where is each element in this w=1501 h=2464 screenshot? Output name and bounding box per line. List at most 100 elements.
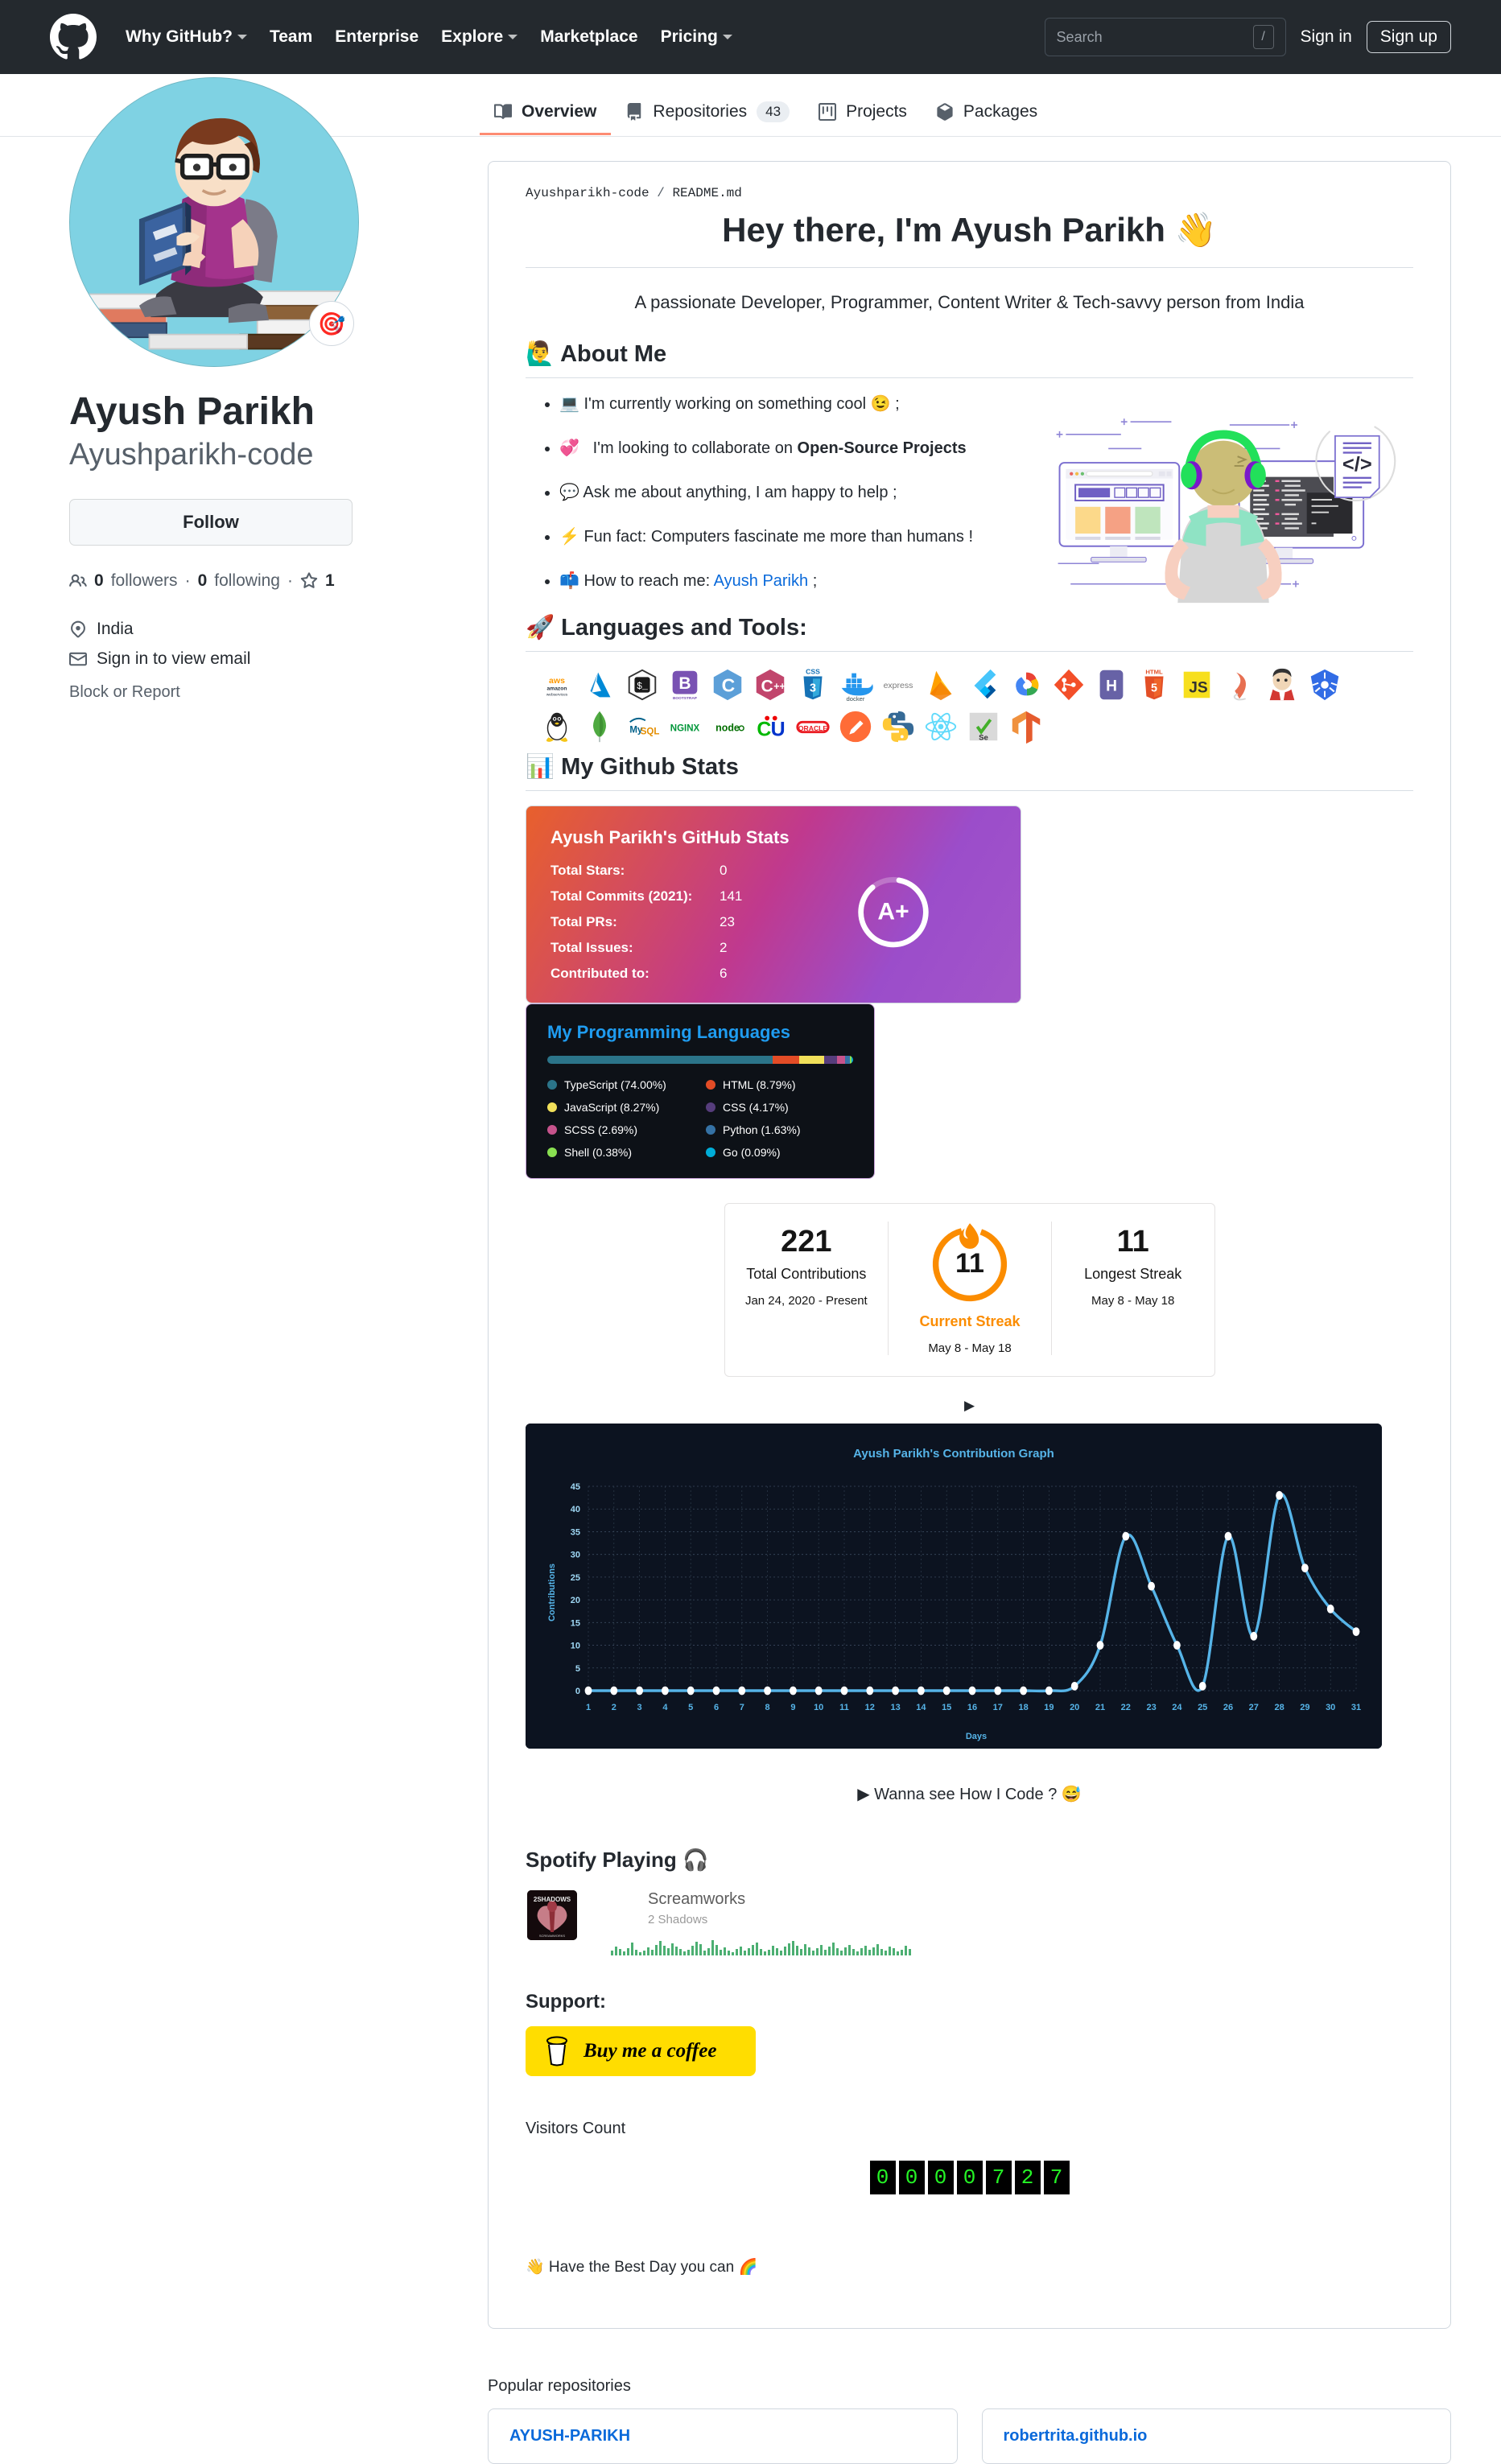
- kubernetes-icon[interactable]: [1306, 666, 1343, 703]
- bootstrap-icon[interactable]: B BOOTSTRAP: [666, 666, 703, 703]
- nav-label: Why GitHub?: [126, 27, 233, 46]
- email-row[interactable]: Sign in to view email: [69, 649, 480, 669]
- svg-text:25: 25: [571, 1572, 580, 1582]
- linux-icon[interactable]: [538, 708, 575, 745]
- contact-link[interactable]: Ayush Parikh: [714, 572, 808, 590]
- stars-count[interactable]: 1: [325, 571, 335, 591]
- mongodb-icon[interactable]: [581, 708, 618, 745]
- svg-text:CSS: CSS: [806, 667, 820, 675]
- nav-label: Enterprise: [335, 27, 419, 46]
- following-label[interactable]: following: [214, 571, 280, 591]
- svg-text:13: 13: [890, 1703, 900, 1712]
- total-contributions-label: Total Contributions: [746, 1265, 867, 1282]
- two-hearts-icon: 💞️: [559, 439, 579, 457]
- svg-text:C: C: [761, 677, 773, 695]
- stat-label: Total Commits (2021):: [551, 888, 693, 904]
- nav-item-why-github[interactable]: Why GitHub?: [114, 27, 258, 47]
- svg-text:docker: docker: [847, 695, 865, 703]
- readme-filename[interactable]: README.md: [672, 186, 741, 200]
- nav-item-marketplace[interactable]: Marketplace: [529, 27, 649, 47]
- search-input[interactable]: [1056, 28, 1253, 46]
- python-icon[interactable]: [880, 708, 917, 745]
- svg-text:4: 4: [662, 1703, 668, 1712]
- selenium-icon[interactable]: Se: [965, 708, 1002, 745]
- legend-item-shell: Shell (0.38%): [547, 1146, 695, 1159]
- nodejs-icon[interactable]: node: [709, 708, 746, 745]
- nav-item-team[interactable]: Team: [258, 27, 324, 47]
- tab-repositories[interactable]: Repositories 43: [611, 101, 804, 136]
- email-text: Sign in to view email: [97, 649, 251, 668]
- cplusplus-icon[interactable]: C ++: [752, 666, 789, 703]
- block-or-report-link[interactable]: Block or Report: [69, 683, 480, 702]
- search-box[interactable]: /: [1044, 18, 1286, 56]
- repositories-counter: 43: [757, 101, 790, 122]
- status-emoji-badge[interactable]: 🎯: [309, 301, 354, 346]
- programming-languages-card[interactable]: My Programming Languages TypeScript (74.…: [526, 1003, 875, 1179]
- lang-bar-segment-go: [851, 1055, 853, 1064]
- tab-projects[interactable]: Projects: [804, 102, 922, 135]
- tab-overview[interactable]: Overview: [480, 102, 612, 135]
- repo-name[interactable]: AYUSH-PARIKH: [509, 2427, 630, 2445]
- react-icon[interactable]: [922, 708, 959, 745]
- repo-name[interactable]: robertrita.github.io: [1004, 2427, 1148, 2445]
- following-count[interactable]: 0: [198, 571, 208, 591]
- nginx-icon[interactable]: NGINX: [666, 708, 703, 745]
- bash-icon[interactable]: $_: [624, 666, 661, 703]
- csharp-icon[interactable]: CU: [752, 708, 789, 745]
- tab-packages[interactable]: Packages: [922, 102, 1052, 135]
- mysql-icon[interactable]: My SQL: [624, 708, 661, 745]
- header-right-group: / Sign in Sign up: [1044, 18, 1451, 56]
- collapse-toggle-arrow[interactable]: ▶: [526, 1398, 1413, 1414]
- c-icon[interactable]: C: [709, 666, 746, 703]
- spotify-heading: Spotify Playing 🎧: [526, 1847, 709, 1872]
- wanna-see-how-i-code-toggle[interactable]: ▶ Wanna see How I Code ? 😅: [526, 1784, 1413, 1804]
- jenkins-icon[interactable]: [1264, 666, 1301, 703]
- followers-label[interactable]: followers: [111, 571, 178, 591]
- nav-item-explore[interactable]: Explore: [430, 27, 529, 47]
- java-icon[interactable]: [1221, 666, 1258, 703]
- oracle-icon[interactable]: ORACLE: [794, 708, 831, 745]
- sign-in-link[interactable]: Sign in: [1286, 27, 1367, 47]
- counter-digit: 0: [956, 2160, 983, 2194]
- gcp-icon[interactable]: [1008, 666, 1045, 703]
- docker-icon[interactable]: docker: [837, 666, 874, 703]
- streak-stats-card[interactable]: 221 Total Contributions Jan 24, 2020 - P…: [724, 1202, 1215, 1377]
- nav-item-enterprise[interactable]: Enterprise: [324, 27, 430, 47]
- followers-count[interactable]: 0: [94, 571, 104, 591]
- github-mark-icon[interactable]: [50, 14, 97, 60]
- svg-text:node: node: [715, 722, 740, 733]
- sign-up-button[interactable]: Sign up: [1366, 21, 1451, 53]
- javascript-icon[interactable]: JS: [1178, 666, 1215, 703]
- svg-text:19: 19: [1044, 1703, 1054, 1712]
- heroku-icon[interactable]: H: [1093, 666, 1130, 703]
- follow-button[interactable]: Follow: [69, 498, 353, 546]
- readme-owner[interactable]: Ayushparikh-code: [526, 186, 649, 200]
- track-info: Screamworks 2 Shadows: [611, 1890, 911, 1955]
- git-icon[interactable]: [1050, 666, 1087, 703]
- grade-ring: A+: [855, 873, 932, 950]
- postman-icon[interactable]: [837, 708, 874, 745]
- readme-subtitle: A passionate Developer, Programmer, Cont…: [634, 291, 1305, 312]
- spotify-now-playing[interactable]: 2SHADOWS SCREAMWORKS Screamworks 2 Shado…: [527, 1889, 1413, 1955]
- express-icon[interactable]: express: [880, 666, 917, 703]
- css3-icon[interactable]: CSS 3: [794, 666, 831, 703]
- azure-icon[interactable]: [581, 666, 618, 703]
- html5-icon[interactable]: HTML 5: [1136, 666, 1173, 703]
- svg-text:21: 21: [1095, 1703, 1105, 1712]
- repo-card[interactable]: AYUSH-PARIKH: [488, 2408, 958, 2464]
- firebase-icon[interactable]: [922, 666, 959, 703]
- global-nav: Why GitHub? Team Enterprise Explore Mark…: [114, 27, 744, 47]
- repo-card[interactable]: robertrita.github.io: [981, 2408, 1451, 2464]
- svg-text:B: B: [678, 674, 691, 692]
- tensorflow-icon[interactable]: [1008, 708, 1045, 745]
- laptop-icon: 💻: [559, 394, 579, 413]
- counter-digit: 0: [927, 2160, 954, 2194]
- nav-item-pricing[interactable]: Pricing: [649, 27, 744, 47]
- legend-dot: [547, 1147, 557, 1157]
- svg-text:++: ++: [773, 680, 786, 691]
- breadcrumb-separator: /: [657, 186, 665, 200]
- aws-icon[interactable]: aws amazon webservices: [538, 666, 575, 703]
- flutter-icon[interactable]: [965, 666, 1002, 703]
- buy-me-a-coffee-button[interactable]: Buy me a coffee: [526, 2025, 756, 2076]
- github-stats-card[interactable]: Ayush Parikh's GitHub Stats Total Stars:…: [526, 805, 1021, 1003]
